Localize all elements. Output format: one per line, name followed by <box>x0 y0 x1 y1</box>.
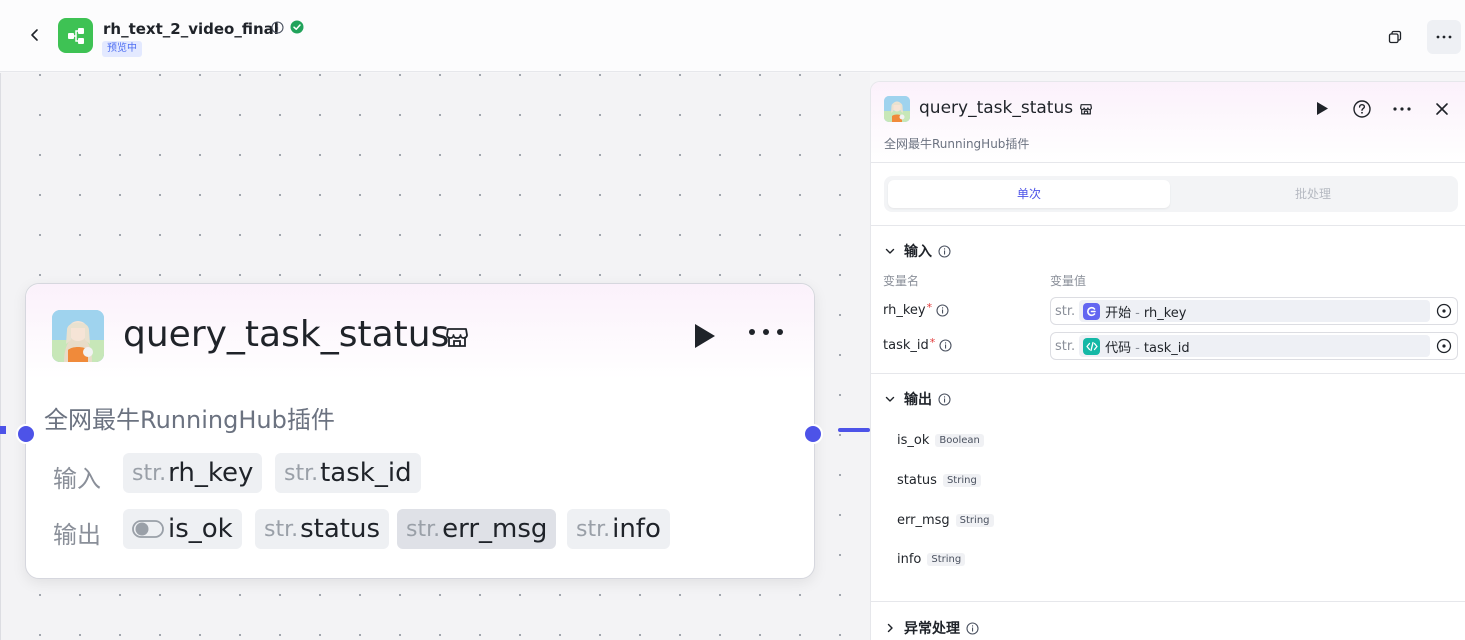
output-var-item: info String <box>897 552 966 567</box>
incoming-edge <box>0 426 6 434</box>
input-section-toggle[interactable]: 输入 <box>884 241 951 261</box>
chevron-down-icon <box>885 396 895 402</box>
node-input-tag: str. rh_key <box>123 453 263 493</box>
task-id-value-field[interactable]: str. 代码 - task_id <box>1050 332 1458 360</box>
panel-description: 全网最牛RunningHub插件 <box>884 137 1030 151</box>
rh-key-value-field[interactable]: str. 开始 - rh_key <box>1050 297 1458 325</box>
error-handling-section-toggle[interactable]: 异常处理 <box>884 618 979 638</box>
start-node-icon <box>1083 302 1101 320</box>
type-badge: Boolean <box>935 434 984 447</box>
panel-title: query_task_status <box>919 98 1074 118</box>
output-port[interactable] <box>803 424 823 444</box>
type-badge: String <box>927 553 966 566</box>
status-badge: 预览中 <box>102 41 142 57</box>
more-horizontal-icon[interactable] <box>748 328 784 336</box>
run-mode-switch: 单次 批处理 <box>884 176 1458 212</box>
store-icon <box>1080 104 1092 115</box>
type-badge: String <box>942 474 981 487</box>
outgoing-edge <box>838 428 870 432</box>
code-node-icon <box>1083 337 1101 355</box>
output-section-toggle[interactable]: 输出 <box>884 389 951 409</box>
output-section-title: 输出 <box>904 392 932 408</box>
info-icon[interactable] <box>966 621 979 635</box>
node-output-label: 输出 <box>53 521 101 549</box>
top-bar: rh_text_2_video_final 预览中 <box>0 0 1465 72</box>
divider <box>871 373 1465 374</box>
node-title: query_task_status <box>123 314 450 355</box>
close-icon[interactable] <box>1434 101 1450 117</box>
info-icon[interactable] <box>938 392 951 406</box>
node-input-tag: str. task_id <box>275 453 421 493</box>
node-output-tag: is_ok <box>123 509 242 549</box>
input-var-name: task_id * <box>883 336 952 353</box>
duplicate-button[interactable] <box>1380 22 1410 52</box>
workflow-title: rh_text_2_video_final <box>103 20 279 38</box>
output-var-item: is_ok Boolean <box>897 433 984 448</box>
variable-picker-icon[interactable] <box>1436 303 1452 319</box>
column-header-value: 变量值 <box>1050 274 1087 288</box>
column-header-name: 变量名 <box>883 274 920 288</box>
info-icon[interactable] <box>939 339 952 352</box>
node-output-tag: str. info <box>567 509 670 549</box>
variable-reference-chip[interactable]: 开始 - rh_key <box>1079 300 1430 322</box>
output-var-item: status String <box>897 473 981 488</box>
chevron-right-icon <box>887 623 893 633</box>
error-handling-title: 异常处理 <box>904 621 960 637</box>
node-input-label: 输入 <box>53 465 101 493</box>
more-horizontal-icon <box>1436 35 1452 39</box>
info-icon[interactable] <box>938 244 951 258</box>
info-icon[interactable] <box>271 21 284 34</box>
divider <box>871 601 1465 602</box>
chevron-left-icon <box>31 29 38 41</box>
workflow-icon <box>67 27 84 44</box>
divider <box>871 162 1465 163</box>
run-icon[interactable] <box>1315 101 1329 116</box>
run-icon[interactable] <box>691 322 717 350</box>
node-output-tag: str. status <box>255 509 390 549</box>
more-options-button[interactable] <box>1427 20 1461 54</box>
avatar-illustration-icon <box>884 96 910 122</box>
variable-reference-chip[interactable]: 代码 - task_id <box>1079 335 1430 357</box>
help-icon[interactable] <box>1353 100 1371 118</box>
store-icon <box>446 328 468 347</box>
workflow-canvas[interactable]: query_task_status 全网最牛RunningHub插件 输入 st… <box>0 73 870 640</box>
avatar-illustration-icon <box>52 310 104 362</box>
copy-icon <box>1388 30 1402 44</box>
toggle-icon <box>132 520 164 538</box>
input-section-title: 输入 <box>904 244 932 260</box>
output-var-item: err_msg String <box>897 513 994 528</box>
node-description: 全网最牛RunningHub插件 <box>44 406 335 434</box>
input-var-name: rh_key * <box>883 301 949 318</box>
input-port[interactable] <box>16 424 36 444</box>
tab-single[interactable]: 单次 <box>888 180 1170 208</box>
plugin-avatar <box>52 310 104 362</box>
info-icon[interactable] <box>936 304 949 317</box>
chevron-down-icon <box>885 248 895 254</box>
check-circle-icon <box>290 20 304 34</box>
plugin-avatar <box>884 96 910 122</box>
type-badge: String <box>955 514 994 527</box>
canvas-edge <box>0 73 1 640</box>
plugin-node-card[interactable]: query_task_status 全网最牛RunningHub插件 输入 st… <box>16 283 823 579</box>
workflow-logo <box>58 18 93 53</box>
variable-picker-icon[interactable] <box>1436 338 1452 354</box>
node-output-tag: str. err_msg <box>397 509 557 549</box>
node-config-panel: query_task_status 全网最牛RunningHub插件 单次 批处… <box>870 81 1465 640</box>
tab-batch[interactable]: 批处理 <box>1172 180 1454 208</box>
divider <box>871 225 1465 226</box>
more-horizontal-icon[interactable] <box>1393 107 1411 111</box>
back-button[interactable] <box>24 24 46 46</box>
